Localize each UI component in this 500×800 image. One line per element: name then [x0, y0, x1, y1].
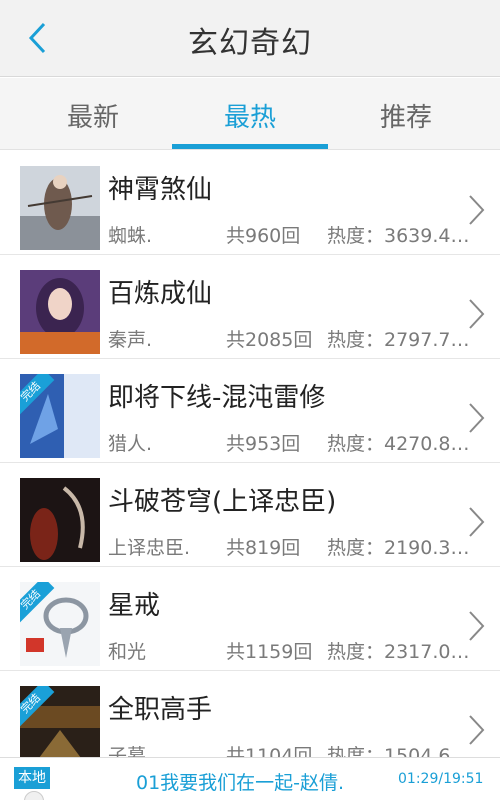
book-list[interactable]: 神霄煞仙 蜘蛛. 共960回 热度：3639.45... 百炼成仙 秦声. 共2…	[0, 151, 500, 757]
chapter-count: 共819回	[226, 537, 301, 559]
book-author: 猎人.	[108, 433, 153, 455]
tab-recommended[interactable]: 推荐	[326, 78, 486, 150]
header-bar: 玄幻奇幻	[0, 0, 500, 77]
active-tab-indicator	[172, 144, 328, 149]
heat-value: 热度：2317.04...	[327, 641, 477, 663]
heat-value: 热度：2797.73...	[327, 329, 477, 351]
list-item[interactable]: 斗破苍穹(上译忠臣) 上译忠臣. 共819回 热度：2190.32...	[0, 463, 500, 567]
list-item[interactable]: 百炼成仙 秦声. 共2085回 热度：2797.73...	[0, 255, 500, 359]
book-title: 神霄煞仙	[108, 175, 213, 205]
heat-value: 热度：4270.83...	[327, 433, 477, 455]
tab-hottest[interactable]: 最热	[170, 78, 330, 150]
heat-value: 热度：3639.45...	[327, 225, 477, 247]
tab-newest[interactable]: 最新	[13, 78, 173, 150]
book-author: 蜘蛛.	[108, 225, 153, 247]
chapter-count: 共960回	[226, 225, 301, 247]
book-cover: 完结	[20, 582, 100, 666]
chevron-right-icon	[469, 299, 485, 329]
now-playing-title[interactable]: 01我要我们在一起-赵倩.	[136, 768, 344, 795]
book-cover: 完结	[20, 686, 100, 757]
heat-value: 热度：1504.65...	[327, 745, 477, 757]
book-cover	[20, 478, 100, 562]
book-author: 秦声.	[108, 329, 153, 351]
book-title: 百炼成仙	[108, 279, 213, 309]
list-item[interactable]: 神霄煞仙 蜘蛛. 共960回 热度：3639.45...	[0, 151, 500, 255]
book-title: 即将下线-混沌雷修	[108, 383, 326, 413]
audio-player-bar[interactable]: 本地 01我要我们在一起-赵倩. 01:29/19:51	[0, 757, 500, 800]
book-title: 星戒	[108, 591, 161, 621]
book-cover: 完结	[20, 374, 100, 458]
heat-value: 热度：2190.32...	[327, 537, 477, 559]
book-author: 上译忠臣.	[108, 537, 191, 559]
chevron-right-icon	[469, 611, 485, 641]
chapter-count: 共1159回	[226, 641, 313, 663]
chevron-right-icon	[469, 715, 485, 745]
book-title: 全职高手	[108, 695, 213, 725]
list-item[interactable]: 完结 星戒 和光 共1159回 热度：2317.04...	[0, 567, 500, 671]
book-author: 子墓	[108, 745, 147, 757]
page-title: 玄幻奇幻	[188, 26, 312, 61]
list-item[interactable]: 完结 全职高手 子墓 共1104回 热度：1504.65...	[0, 671, 500, 757]
book-cover	[20, 270, 100, 354]
local-source-badge[interactable]: 本地	[14, 767, 50, 789]
chevron-right-icon	[469, 403, 485, 433]
chevron-right-icon	[469, 507, 485, 537]
chapter-count: 共953回	[226, 433, 301, 455]
chapter-count: 共1104回	[226, 745, 313, 757]
chapter-count: 共2085回	[226, 329, 313, 351]
book-author: 和光	[108, 641, 147, 663]
book-title: 斗破苍穹(上译忠臣)	[108, 487, 337, 517]
book-cover	[20, 166, 100, 250]
tab-bar: 最新 最热 推荐	[0, 78, 500, 150]
playback-time: 01:29/19:51	[398, 771, 484, 787]
list-item[interactable]: 完结 即将下线-混沌雷修 猎人. 共953回 热度：4270.83...	[0, 359, 500, 463]
chevron-right-icon	[469, 195, 485, 225]
